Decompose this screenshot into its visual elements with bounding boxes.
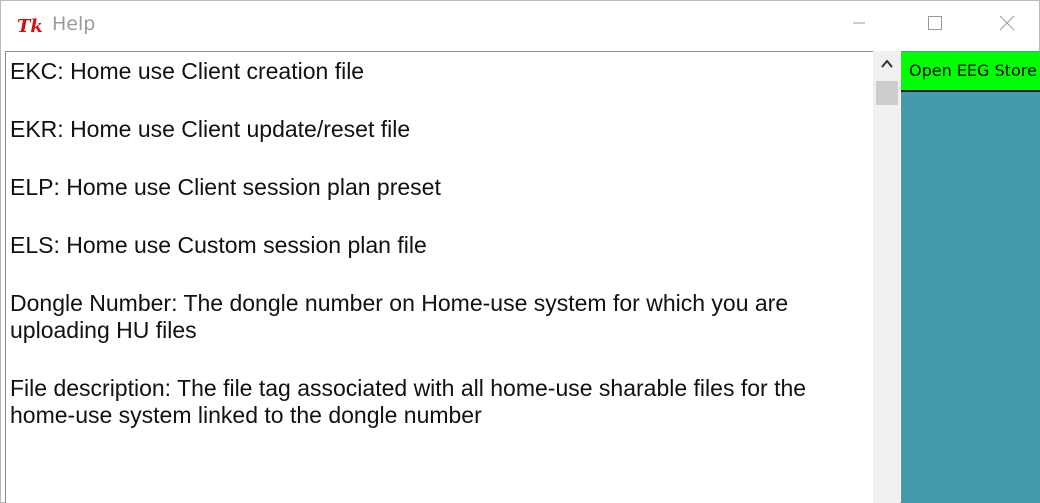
scroll-thumb[interactable] [876, 81, 898, 105]
help-line: EKR: Home use Client update/reset file [10, 116, 411, 142]
help-paragraph-elp: ELP: Home use Client session plan preset [10, 174, 873, 201]
vertical-scrollbar[interactable] [873, 51, 900, 503]
help-line: ELS: Home use Custom session plan file [10, 232, 427, 258]
help-paragraph-ekr: EKR: Home use Client update/reset file [10, 116, 873, 143]
minimize-icon [852, 16, 866, 35]
open-eeg-store-button[interactable]: Open EEG Store [901, 52, 1040, 92]
help-paragraph-els: ELS: Home use Custom session plan file [10, 232, 873, 259]
help-line: home-use system linked to the dongle num… [10, 402, 482, 428]
help-text-area[interactable]: EKC: Home use Client creation file EKR: … [5, 51, 873, 503]
svg-text:Tk: Tk [17, 16, 43, 36]
maximize-icon [927, 15, 943, 36]
window-title: Help [52, 13, 96, 35]
maximize-button[interactable] [899, 1, 971, 49]
tk-feather-icon: Tk [17, 14, 45, 37]
help-paragraph-file-description: File description: The file tag associate… [10, 375, 873, 429]
chevron-up-icon [880, 56, 893, 74]
title-bar: Tk Help [1, 1, 1039, 49]
help-line: EKC: Home use Client creation file [10, 58, 365, 84]
scroll-up-button[interactable] [873, 51, 900, 79]
help-line: File description: The file tag associate… [10, 375, 807, 401]
right-panel: Open EEG Store [901, 51, 1040, 503]
help-line: Dongle Number: The dongle number on Home… [10, 290, 789, 316]
help-line: ELP: Home use Client session plan preset [10, 174, 441, 200]
help-paragraph-ekc: EKC: Home use Client creation file [10, 58, 873, 85]
help-window: Tk Help EKC: Home use Client creation fi… [0, 0, 1040, 503]
help-paragraph-dongle-number: Dongle Number: The dongle number on Home… [10, 290, 873, 344]
close-icon [999, 15, 1015, 36]
minimize-button[interactable] [823, 1, 895, 49]
help-line: uploading HU files [10, 317, 197, 343]
close-button[interactable] [971, 1, 1040, 49]
